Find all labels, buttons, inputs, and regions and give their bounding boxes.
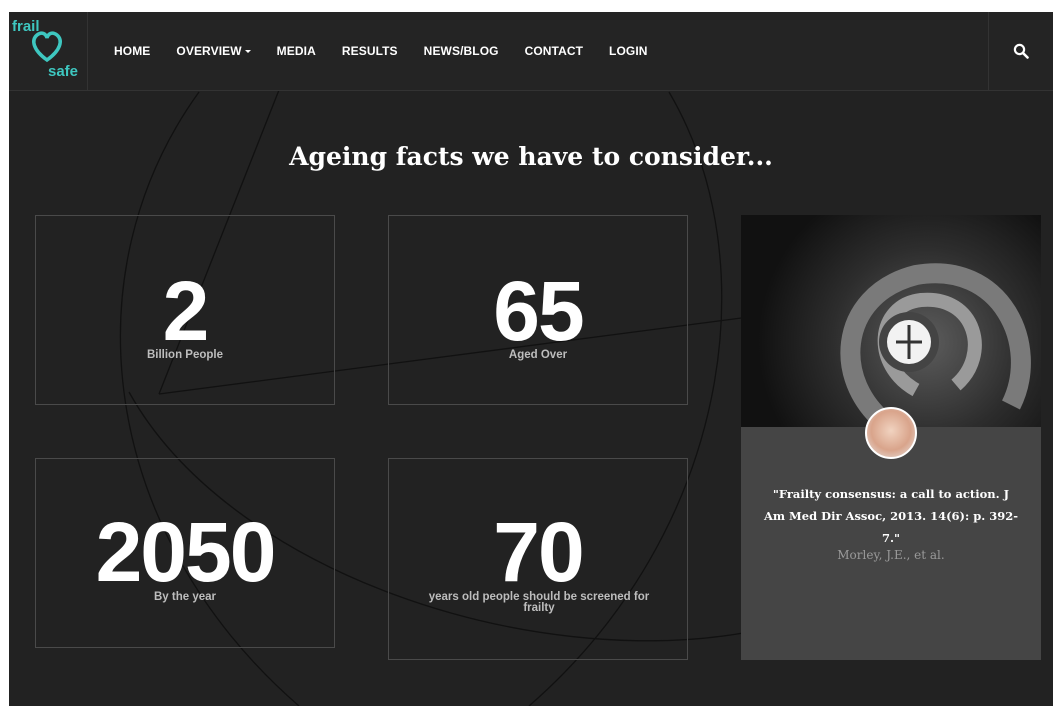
spiral-staircase-image	[840, 263, 1031, 427]
section-title: Ageing facts we have to consider...	[289, 142, 773, 171]
stat-label: years old people should be screened for …	[428, 591, 650, 614]
nav-label-news-blog: NEWS/BLOG	[423, 44, 499, 58]
author-avatar	[865, 407, 917, 459]
stat-value: 2	[162, 264, 210, 358]
stat-box-aged-over: 65 Aged Over	[388, 215, 688, 405]
nav-label-contact: CONTACT	[524, 44, 584, 58]
stat-label: Aged Over	[508, 349, 568, 361]
stat-value: 2050	[95, 505, 277, 599]
nav-label-media: MEDIA	[276, 44, 316, 58]
stat-value: 65	[493, 264, 584, 358]
testimonial-author: Morley, J.E., et al.	[837, 548, 945, 562]
nav-item-media[interactable]: MEDIA	[277, 44, 316, 58]
nav-label-home: HOME	[114, 44, 151, 58]
stat-box-screened-for-frailty: 70 years old people should be screened f…	[388, 458, 688, 660]
stat-label: By the year	[153, 591, 216, 603]
stat-box-by-the-year: 2050 By the year	[35, 458, 335, 648]
nav-item-login[interactable]: LOGIN	[609, 44, 648, 58]
spiral-staircase-photo	[741, 215, 1041, 427]
caret-down-icon	[244, 49, 251, 53]
frailsafe-logo[interactable]: frail safe	[9, 12, 88, 90]
search-icon	[1013, 43, 1029, 59]
nav-item-contact[interactable]: CONTACT	[525, 44, 583, 58]
testimonial-card: "Frailty consensus: a call to action. J …	[741, 215, 1041, 660]
logo-text-safe: safe	[48, 63, 79, 80]
top-navbar: frail safe HOME OVERVIEW MEDIA RESULTS N…	[9, 12, 1053, 91]
nav-label-overview: OVERVIEW	[176, 44, 242, 58]
nav-item-overview[interactable]: OVERVIEW	[176, 44, 251, 58]
heart-logo-icon	[32, 31, 62, 63]
nav-label-login: LOGIN	[609, 44, 648, 58]
stat-value: 70	[493, 505, 584, 599]
stat-box-billion-people: 2 Billion People	[35, 215, 335, 405]
nav-label-results: RESULTS	[341, 44, 398, 58]
testimonial-quote: "Frailty consensus: a call to action. J …	[763, 487, 1019, 545]
main-menu: HOME OVERVIEW MEDIA RESULTS NEWS/BLOG CO…	[114, 12, 674, 90]
nav-item-results[interactable]: RESULTS	[342, 44, 398, 58]
nav-item-home[interactable]: HOME	[114, 44, 150, 58]
search-button[interactable]	[988, 12, 1053, 90]
page-frame: frail safe HOME OVERVIEW MEDIA RESULTS N…	[9, 12, 1053, 706]
nav-item-news-blog[interactable]: NEWS/BLOG	[424, 44, 499, 58]
stat-label: Billion People	[146, 349, 224, 361]
